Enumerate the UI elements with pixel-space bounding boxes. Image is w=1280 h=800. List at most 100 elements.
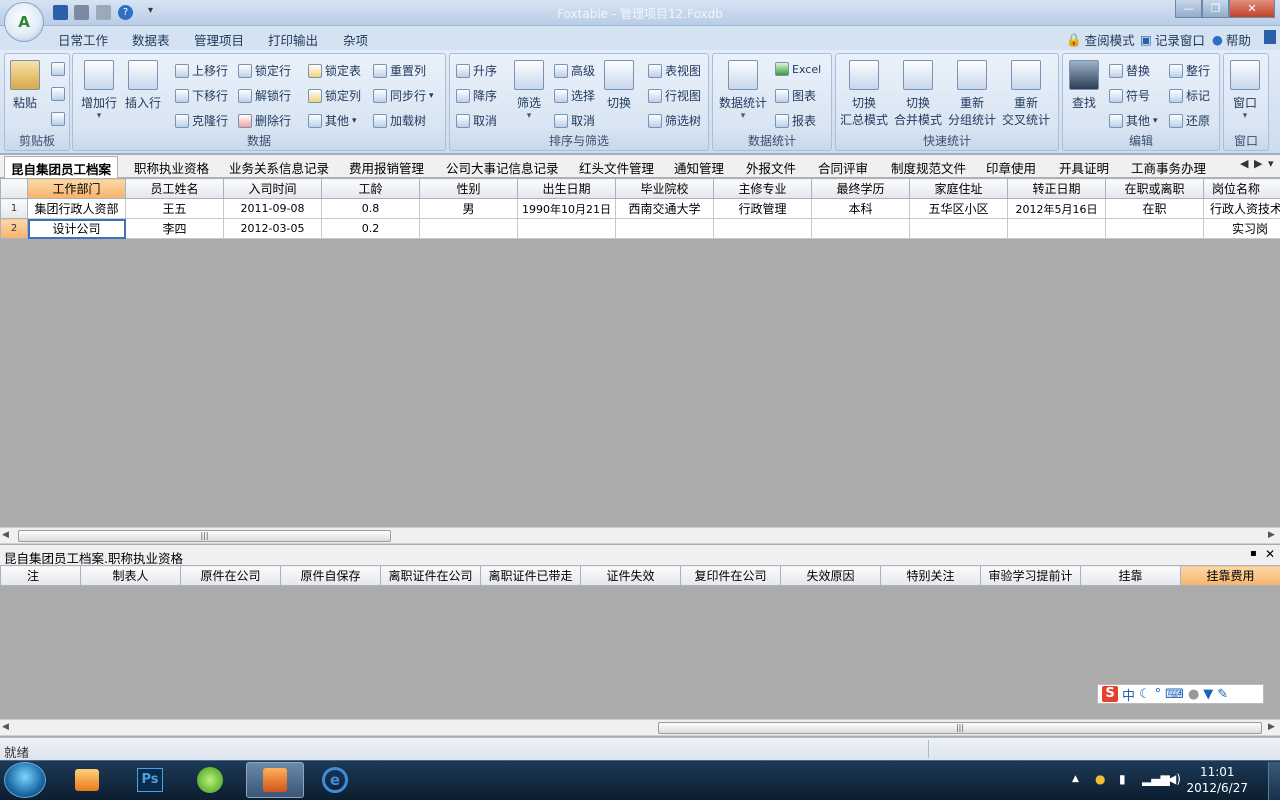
network-icon[interactable]: ▂▄▆	[1142, 772, 1170, 786]
filter-button[interactable]: 筛选 ▾	[514, 60, 544, 121]
column-header[interactable]: 最终学历	[811, 178, 910, 199]
window-button[interactable]: 窗口 ▾	[1230, 60, 1260, 121]
merge-mode-button[interactable]: 切换 合并模式	[894, 60, 942, 128]
table-cell[interactable]: 0.8	[321, 198, 420, 219]
column-header[interactable]: 岗位名称	[1203, 178, 1280, 199]
table-cell[interactable]	[811, 218, 910, 239]
tab-scroll-left-icon[interactable]: ◀	[1238, 157, 1251, 170]
table-cell[interactable]: 0.2	[321, 218, 420, 239]
ribbon-minimize-icon[interactable]	[1264, 30, 1276, 44]
help-button[interactable]: ● 帮助	[1212, 30, 1251, 49]
undo-icon[interactable]	[74, 5, 89, 20]
cancel-filter-button[interactable]: 取消	[554, 112, 595, 129]
select-filter-button[interactable]: 选择	[554, 87, 595, 104]
system-clock[interactable]: 11:01 2012/6/27	[1186, 764, 1248, 796]
taskbar-refresh-app-icon[interactable]	[181, 762, 239, 798]
column-header[interactable]: 出生日期	[517, 178, 616, 199]
ime-language[interactable]: 中	[1122, 685, 1135, 704]
unlock-row-button[interactable]: 解锁行	[238, 87, 291, 104]
table-cell[interactable]	[615, 218, 714, 239]
sheet-tab-red-head-docs[interactable]: 红头文件管理	[579, 158, 654, 177]
table-cell[interactable]: 男	[419, 198, 518, 219]
column-header[interactable]: 工作部门	[27, 178, 126, 199]
sheet-tab-certificates[interactable]: 开具证明	[1059, 158, 1109, 177]
edit-other-button[interactable]: 其他 ▾	[1109, 112, 1158, 129]
lock-row-button[interactable]: 锁定行	[238, 62, 291, 79]
column-header[interactable]: 在职或离职	[1105, 178, 1204, 199]
minimize-button[interactable]: —	[1175, 0, 1202, 18]
excel-button[interactable]: Excel	[775, 62, 821, 76]
symbol-button[interactable]: 符号	[1109, 87, 1150, 104]
sheet-tab-company-events[interactable]: 公司大事记信息记录	[446, 158, 559, 177]
sheet-tab-seal-usage[interactable]: 印章使用	[986, 158, 1036, 177]
column-header[interactable]: 家庭住址	[909, 178, 1008, 199]
load-tree-button[interactable]: 加载树	[373, 112, 426, 129]
sheet-tab-contract-review[interactable]: 合同评审	[818, 158, 868, 177]
advanced-filter-button[interactable]: 高级	[554, 62, 595, 79]
table-cell[interactable]	[713, 218, 812, 239]
table-cell[interactable]	[1007, 218, 1106, 239]
summary-mode-button[interactable]: 切换 汇总模式	[840, 60, 888, 128]
restore-button[interactable]: 还原	[1169, 112, 1210, 129]
table-cell[interactable]	[1105, 218, 1204, 239]
group-stats-button[interactable]: 重新 分组统计	[948, 60, 996, 128]
sheet-tab-business-affairs[interactable]: 工商事务办理	[1131, 158, 1206, 177]
close-pane-icon[interactable]: ✕	[1265, 547, 1275, 561]
table-cell[interactable]: 西南交通大学	[615, 198, 714, 219]
scroll-left-arrow-icon[interactable]: ◀	[2, 530, 9, 540]
report-button[interactable]: 报表	[775, 112, 816, 129]
table-cell[interactable]: 2012年5月16日	[1007, 198, 1106, 219]
column-header[interactable]: 原件自保存	[280, 565, 381, 586]
scroll-left-arrow-icon[interactable]: ◀	[2, 722, 9, 732]
tab-print-output[interactable]: 打印输出	[268, 30, 318, 49]
table-cell[interactable]	[909, 218, 1008, 239]
sheet-tab-regulations[interactable]: 制度规范文件	[891, 158, 966, 177]
user-icon[interactable]: ●	[1188, 687, 1199, 702]
data-stats-button[interactable]: 数据统计 ▾	[719, 60, 767, 121]
column-header[interactable]: 审验学习提前计	[980, 565, 1081, 586]
sheet-tab-business-relations[interactable]: 业务关系信息记录	[229, 158, 329, 177]
delete-row-button[interactable]: 删除行	[238, 112, 291, 129]
scroll-right-arrow-icon[interactable]: ▶	[1268, 530, 1275, 540]
column-header[interactable]: 离职证件在公司	[380, 565, 481, 586]
column-header[interactable]: 性别	[419, 178, 518, 199]
keyboard-icon[interactable]: ⌨	[1165, 687, 1184, 702]
maximize-button[interactable]: ❐	[1202, 0, 1229, 18]
sort-ascending-button[interactable]: 升序	[456, 62, 497, 79]
taskbar-photoshop-icon[interactable]: Ps	[121, 762, 179, 798]
pin-icon[interactable]: ▪	[1250, 548, 1257, 559]
save-icon[interactable]	[53, 5, 68, 20]
table-cell[interactable]	[419, 218, 518, 239]
tab-list-dropdown-icon[interactable]: ▾	[1266, 157, 1276, 170]
format-painter-icon[interactable]	[51, 112, 65, 126]
switch-filter-button[interactable]: 切换	[604, 60, 634, 111]
select-all-corner[interactable]	[0, 178, 28, 199]
column-header[interactable]: 证件失效	[580, 565, 681, 586]
column-header[interactable]: 离职证件已带走	[480, 565, 581, 586]
tab-scroll-right-icon[interactable]: ▶	[1252, 157, 1265, 170]
start-button[interactable]	[4, 762, 46, 798]
tab-data-table[interactable]: 数据表	[132, 30, 170, 49]
row-number[interactable]: 1	[0, 198, 28, 219]
sort-descending-button[interactable]: 降序	[456, 87, 497, 104]
column-header[interactable]: 工龄	[321, 178, 420, 199]
cut-icon[interactable]	[51, 87, 65, 101]
tab-daily-work[interactable]: 日常工作	[58, 30, 108, 49]
copy-icon[interactable]	[51, 62, 65, 76]
chart-button[interactable]: 图表	[775, 87, 816, 104]
table-cell[interactable]: 实习岗	[1203, 218, 1280, 239]
punctuation-icon[interactable]: °	[1155, 687, 1162, 702]
close-button[interactable]: ✕	[1229, 0, 1275, 18]
browse-mode-button[interactable]: 🔒 查阅模式	[1066, 30, 1135, 49]
table-cell[interactable]	[517, 218, 616, 239]
cancel-sort-button[interactable]: 取消	[456, 112, 497, 129]
paste-button[interactable]: 粘贴	[10, 60, 40, 111]
data-other-button[interactable]: 其他 ▾	[308, 112, 357, 129]
table-view-button[interactable]: 表视图	[648, 62, 701, 79]
column-header[interactable]: 复印件在公司	[680, 565, 781, 586]
scroll-right-arrow-icon[interactable]: ▶	[1268, 722, 1275, 732]
record-window-button[interactable]: ▣ 记录窗口	[1140, 30, 1205, 49]
tab-misc[interactable]: 杂项	[343, 30, 368, 49]
sheet-tab-external-docs[interactable]: 外报文件	[746, 158, 796, 177]
tray-device-icon[interactable]: ▮	[1119, 772, 1126, 786]
